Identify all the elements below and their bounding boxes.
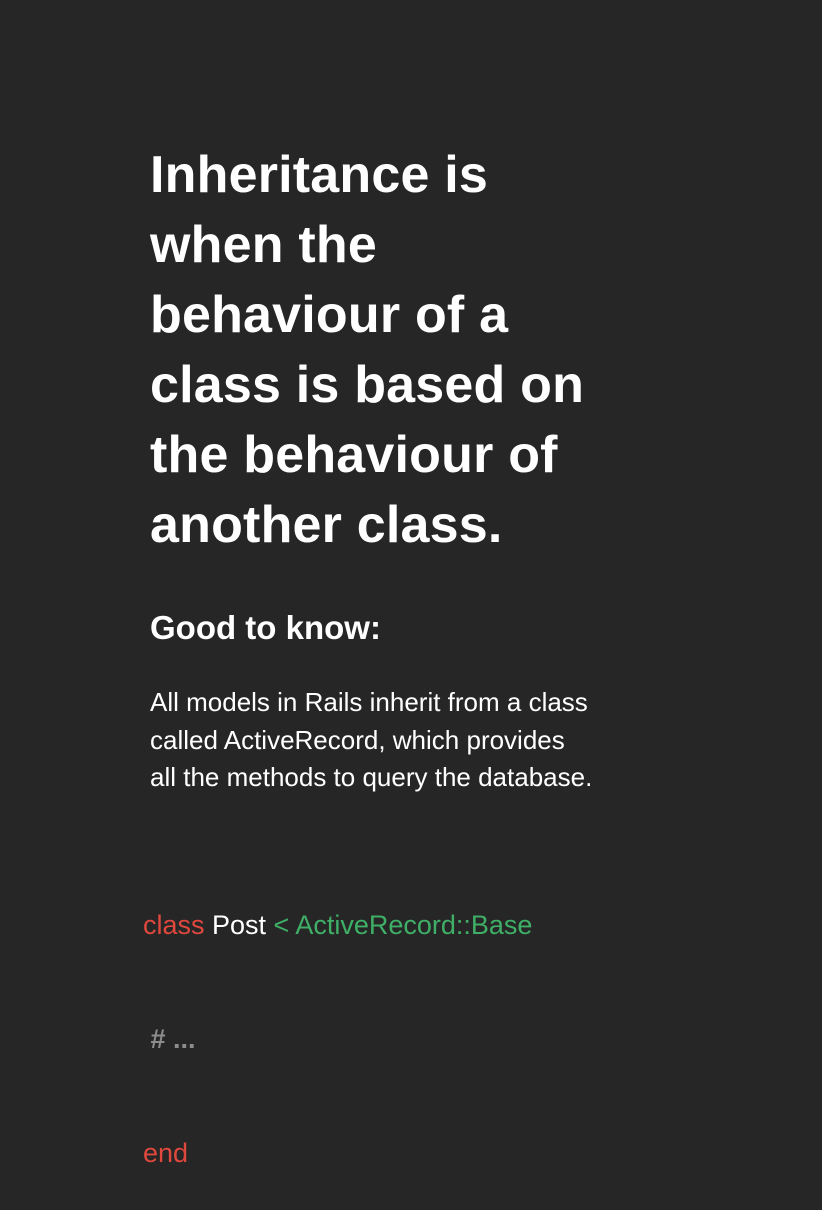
code-superclass: < ActiveRecord::Base [266, 910, 533, 940]
code-class-name: Post [204, 910, 267, 940]
code-line-class-definition: class Post < ActiveRecord::Base [143, 906, 532, 944]
good-to-know-heading: Good to know: [150, 609, 381, 646]
headline-line: when the [150, 216, 377, 274]
code-comment: # ... [143, 1024, 196, 1054]
headline-line: class is based on [150, 356, 585, 414]
body-paragraph: All models in Rails inherit from a class… [150, 684, 710, 797]
body-line: called ActiveRecord, which provides [150, 724, 565, 755]
body-line: all the methods to query the database. [150, 762, 593, 792]
headline: Inheritance is when the behaviour of a c… [150, 140, 710, 560]
headline-line: Inheritance is [150, 146, 489, 204]
headline-line: another class. [150, 496, 503, 554]
headline-line: the behaviour of [150, 426, 558, 484]
code-keyword-end: end [143, 1138, 189, 1168]
code-keyword-class: class [143, 910, 205, 940]
slide-content: Inheritance is when the behaviour of a c… [150, 140, 710, 797]
body-line: All models in Rails inherit from a class [150, 687, 588, 717]
headline-line: behaviour of a [150, 286, 509, 344]
code-snippet: class Post < ActiveRecord::Base # ... en… [143, 830, 532, 1210]
